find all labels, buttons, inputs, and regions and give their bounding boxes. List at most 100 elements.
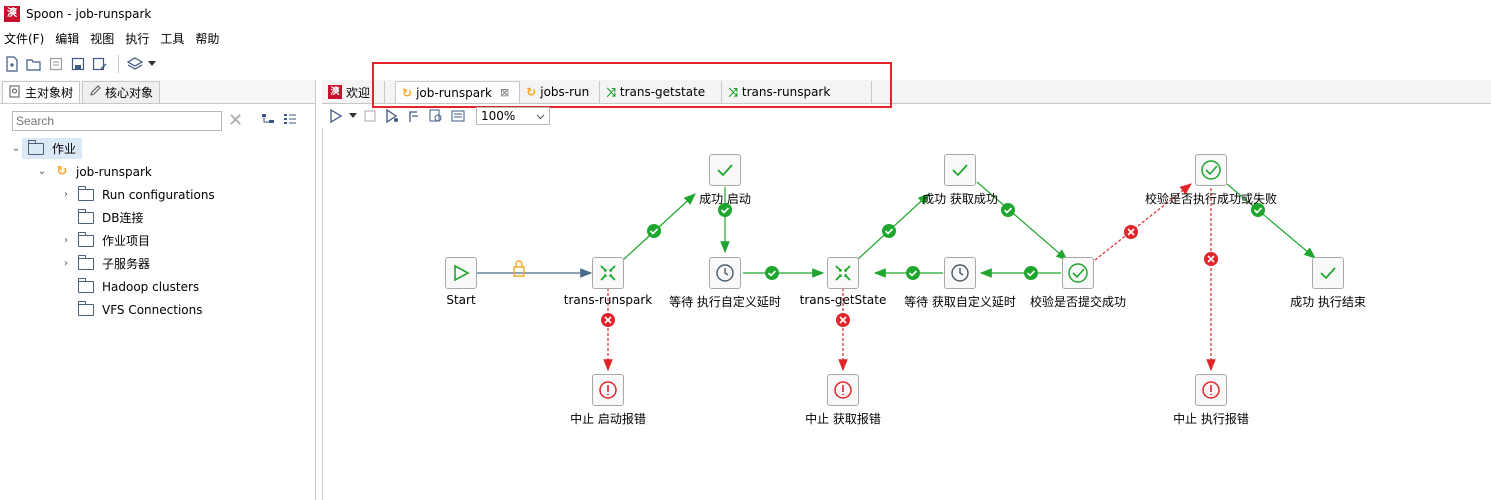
node-label: trans-runspark bbox=[563, 293, 653, 307]
play-icon bbox=[454, 264, 470, 282]
tree-item-label: 子服务器 bbox=[102, 257, 151, 271]
success-start-node[interactable] bbox=[709, 154, 741, 186]
save-as-icon[interactable] bbox=[90, 54, 110, 74]
success-get-node[interactable] bbox=[944, 154, 976, 186]
error-hop-icon[interactable] bbox=[1204, 252, 1218, 266]
tree-job-row[interactable]: ⌄ ↻ job-runspark bbox=[0, 160, 316, 183]
abort-get-node[interactable] bbox=[827, 374, 859, 406]
collapse-all-icon[interactable] bbox=[283, 113, 297, 128]
start-node[interactable] bbox=[445, 257, 477, 289]
node-label: 中止 启动报错 bbox=[570, 412, 646, 426]
success-hop-icon[interactable] bbox=[1001, 203, 1015, 217]
tree-item-label: VFS Connections bbox=[102, 302, 203, 317]
node-label: 中止 执行报错 bbox=[1173, 412, 1249, 426]
job-canvas[interactable]: Start trans-runspark 成功 启动 等待 执行自定义延时 tr… bbox=[322, 128, 1491, 500]
tree-item-label: Hadoop clusters bbox=[102, 279, 200, 294]
folder-icon bbox=[77, 300, 94, 316]
open-folder-icon[interactable] bbox=[24, 54, 44, 74]
tab-core-objects-label: 核心对象 bbox=[105, 86, 154, 100]
success-hop-icon[interactable] bbox=[765, 266, 779, 280]
zoom-value: 100% bbox=[481, 109, 516, 123]
folder-icon bbox=[77, 231, 94, 247]
menu-help[interactable]: 帮助 bbox=[195, 30, 219, 47]
tab-main-tree[interactable]: 主对象树 bbox=[2, 81, 81, 103]
tree-item-job-entries[interactable]: › 作业项目 bbox=[0, 229, 316, 252]
check-submit-node[interactable] bbox=[1062, 257, 1094, 289]
chevron-right-icon[interactable]: › bbox=[60, 189, 72, 200]
new-file-icon[interactable] bbox=[2, 54, 22, 74]
tree-root-row[interactable]: ⌄ 作业 bbox=[0, 137, 316, 160]
menu-file[interactable]: 文件(F) bbox=[4, 30, 44, 47]
node-label: 等待 获取自定义延时 bbox=[904, 295, 1016, 309]
stop-icon[interactable] bbox=[360, 106, 380, 126]
node-label: 等待 执行自定义延时 bbox=[669, 295, 781, 309]
tree-item-slave-servers[interactable]: › 子服务器 bbox=[0, 252, 316, 275]
tab-highlight-annotation bbox=[372, 62, 892, 108]
check-exec-node[interactable] bbox=[1195, 154, 1227, 186]
abort-start-node[interactable] bbox=[592, 374, 624, 406]
search-row: ✕ bbox=[12, 110, 297, 131]
run-icon[interactable] bbox=[326, 106, 346, 126]
trans-getstate-node[interactable] bbox=[827, 257, 859, 289]
folder-icon bbox=[77, 254, 94, 270]
tree-job-label: job-runspark bbox=[76, 164, 152, 179]
chevron-down-icon[interactable]: ⌄ bbox=[36, 166, 48, 177]
expand-all-icon[interactable] bbox=[261, 113, 275, 128]
abort-icon bbox=[1202, 381, 1220, 399]
tree-item-vfs-connections[interactable]: VFS Connections bbox=[0, 298, 316, 321]
node-label: 成功 启动 bbox=[699, 192, 751, 206]
main-toolbar bbox=[0, 50, 159, 78]
tree-item-db-connections[interactable]: DB连接 bbox=[0, 206, 316, 229]
check-icon[interactable] bbox=[426, 106, 446, 126]
checkmark-icon bbox=[1320, 267, 1336, 280]
title-bar: 漺 Spoon - job-runspark bbox=[0, 0, 1491, 28]
sql-icon[interactable] bbox=[448, 106, 468, 126]
tree-item-label: Run configurations bbox=[102, 187, 215, 202]
menu-view[interactable]: 视图 bbox=[90, 30, 114, 47]
tree-root-label: 作业 bbox=[52, 142, 77, 156]
abort-icon bbox=[599, 381, 617, 399]
success-end-node[interactable] bbox=[1312, 257, 1344, 289]
wait-get-delay-node[interactable] bbox=[944, 257, 976, 289]
pencil-icon bbox=[89, 85, 101, 100]
chevron-right-icon[interactable]: › bbox=[60, 235, 72, 246]
success-hop-icon[interactable] bbox=[1024, 266, 1038, 280]
chevron-down-icon[interactable]: ⌄ bbox=[10, 143, 22, 154]
transformation-icon bbox=[835, 265, 851, 281]
dropdown-arrow-icon[interactable] bbox=[147, 54, 157, 74]
debug-icon[interactable] bbox=[404, 106, 424, 126]
left-panel: 主对象树 核心对象 ✕ ⌄ 作业 ⌄ bbox=[0, 80, 316, 500]
job-editor: 漺 欢迎 ↻ job-runspark ⊠ ↻ jobs-run ⤨ trans… bbox=[322, 62, 1491, 500]
menu-edit[interactable]: 编辑 bbox=[55, 30, 79, 47]
clock-icon bbox=[951, 264, 969, 282]
wait-custom-delay-node[interactable] bbox=[709, 257, 741, 289]
layers-icon[interactable] bbox=[125, 54, 145, 74]
success-hop-icon[interactable] bbox=[906, 266, 920, 280]
save-icon[interactable] bbox=[68, 54, 88, 74]
clear-search-icon[interactable]: ✕ bbox=[228, 110, 243, 131]
success-hop-icon[interactable] bbox=[647, 224, 661, 238]
tree-item-hadoop-clusters[interactable]: Hadoop clusters bbox=[0, 275, 316, 298]
zoom-select[interactable]: 100% bbox=[476, 107, 550, 125]
lock-icon[interactable] bbox=[513, 260, 525, 277]
object-tree: ⌄ 作业 ⌄ ↻ job-runspark › Run configuratio… bbox=[0, 137, 316, 321]
menu-tools[interactable]: 工具 bbox=[160, 30, 184, 47]
run-options-dropdown-icon[interactable] bbox=[348, 106, 358, 126]
folder-icon bbox=[27, 139, 44, 155]
tree-search-icon bbox=[9, 85, 21, 101]
menu-run[interactable]: 执行 bbox=[125, 30, 149, 47]
trans-runspark-node[interactable] bbox=[592, 257, 624, 289]
left-panel-tabs: 主对象树 核心对象 bbox=[0, 80, 315, 104]
search-input[interactable] bbox=[12, 110, 222, 131]
error-hop-icon[interactable] bbox=[1124, 225, 1138, 239]
error-hop-icon[interactable] bbox=[601, 313, 615, 327]
window-title: Spoon - job-runspark bbox=[26, 7, 152, 21]
chevron-right-icon[interactable]: › bbox=[60, 258, 72, 269]
abort-exec-node[interactable] bbox=[1195, 374, 1227, 406]
success-hop-icon[interactable] bbox=[882, 224, 896, 238]
tree-item-run-configurations[interactable]: › Run configurations bbox=[0, 183, 316, 206]
error-hop-icon[interactable] bbox=[836, 313, 850, 327]
explore-repo-icon[interactable] bbox=[46, 54, 66, 74]
preview-icon[interactable] bbox=[382, 106, 402, 126]
tab-core-objects[interactable]: 核心对象 bbox=[82, 81, 161, 103]
